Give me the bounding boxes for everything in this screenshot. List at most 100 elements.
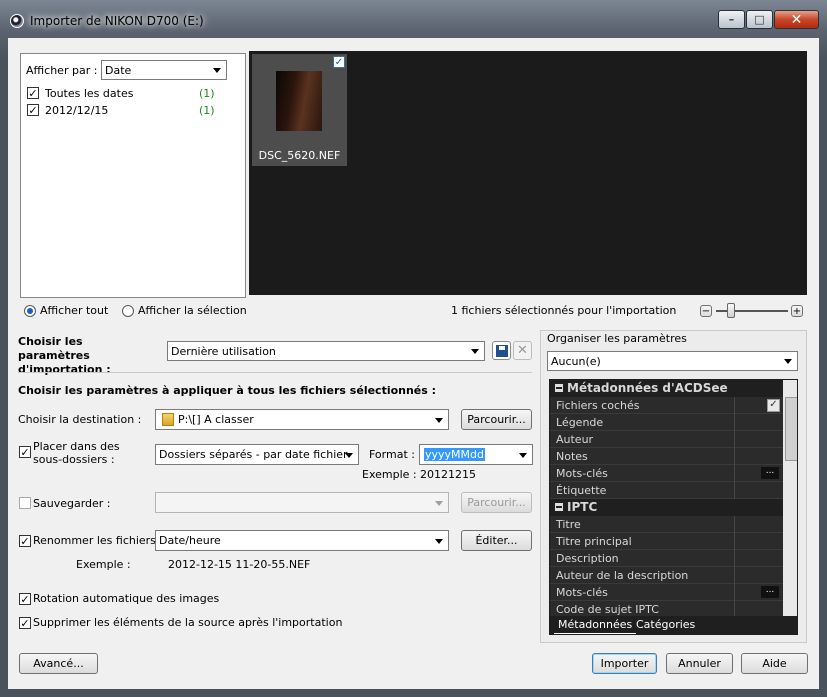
backup-checkbox[interactable]	[19, 497, 31, 509]
rename-checkbox[interactable]: ✓	[19, 535, 31, 547]
display-by-label: Afficher par :	[26, 64, 98, 77]
chevron-down-icon	[213, 68, 221, 73]
field-value[interactable]	[734, 431, 784, 448]
app-icon	[10, 14, 24, 28]
field-value[interactable]	[734, 414, 784, 431]
save-icon-label	[498, 345, 505, 350]
metadata-scrollbar[interactable]	[783, 380, 797, 616]
rename-example-value: 2012-12-15 11-20-55.NEF	[168, 558, 311, 571]
chevron-down-icon	[471, 349, 479, 354]
field-value[interactable]	[734, 533, 784, 550]
checked-icon[interactable]: ✓	[767, 399, 780, 412]
chevron-down-icon	[435, 538, 443, 544]
group-title: Métadonnées d'ACDSee	[567, 381, 728, 395]
zoom-out-button[interactable]: −	[700, 305, 712, 317]
save-icon	[495, 344, 508, 357]
metadata-row[interactable]: Auteur de la description	[550, 567, 783, 584]
date-2012-12-15-label: 2012/12/15	[45, 104, 109, 117]
field-value[interactable]	[734, 482, 784, 499]
import-settings-value: Dernière utilisation	[171, 344, 276, 358]
backup-label: Sauvegarder :	[33, 497, 111, 510]
destination-value: P:\[] A classer	[178, 413, 254, 426]
separator	[18, 372, 532, 373]
format-label: Format :	[369, 448, 415, 461]
import-settings-select[interactable]: Dernière utilisation	[167, 341, 485, 361]
all-dates-label: Toutes les dates	[45, 87, 134, 100]
delete-settings-button[interactable]: ✕	[513, 341, 532, 360]
metadata-row[interactable]: Notes	[550, 448, 783, 465]
apply-heading: Choisir les paramètres à appliquer à tou…	[18, 384, 437, 397]
delete-source-checkbox[interactable]: ✓	[19, 617, 31, 629]
folder-icon	[162, 413, 174, 426]
import-settings-label: Choisir les paramètres d'importation :	[18, 335, 111, 376]
import-button[interactable]: Importer	[592, 653, 657, 674]
metadata-row[interactable]: Titre	[550, 516, 783, 533]
show-selection-radio[interactable]	[122, 305, 134, 317]
edit-rename-button[interactable]: Éditer...	[461, 530, 532, 551]
organize-select[interactable]: Aucun(e)	[547, 351, 798, 371]
collapse-icon	[555, 503, 563, 511]
ellipsis-button[interactable]: ...	[761, 586, 779, 598]
metadata-row[interactable]: Fichiers cochés ✓	[550, 397, 783, 414]
maximize-button[interactable]: □	[746, 10, 773, 29]
metadata-row[interactable]: Mots-clés...	[550, 465, 783, 482]
show-selection-label: Afficher la sélection	[138, 304, 247, 317]
destination-select[interactable]: P:\[] A classer	[155, 409, 449, 430]
show-all-label: Afficher tout	[40, 304, 109, 317]
radio-dot	[27, 308, 33, 314]
minimize-button[interactable]: –	[718, 10, 745, 29]
metadata-row[interactable]: Titre principal	[550, 533, 783, 550]
group-header-iptc[interactable]: IPTC	[550, 499, 783, 516]
help-button[interactable]: Aide	[741, 653, 808, 674]
format-example-label: Exemple :	[362, 468, 417, 481]
selection-status: 1 fichiers sélectionnés pour l'importati…	[451, 304, 677, 317]
auto-rotate-checkbox[interactable]: ✓	[19, 593, 31, 605]
display-by-value: Date	[105, 63, 132, 77]
ellipsis-button[interactable]: ...	[761, 467, 779, 479]
close-button[interactable]: ✕	[774, 10, 819, 29]
field-value[interactable]	[734, 550, 784, 567]
date-2012-12-15-checkbox[interactable]: ✓	[27, 104, 39, 116]
scrollbar-thumb[interactable]	[785, 397, 797, 461]
subfolders-select[interactable]: Dossiers séparés - par date fichier	[155, 444, 359, 465]
format-select[interactable]: yyyyMMdd	[419, 444, 533, 465]
show-all-radio[interactable]	[24, 305, 36, 317]
cancel-button[interactable]: Annuler	[666, 653, 733, 674]
field-name: Titre principal	[556, 535, 632, 548]
chevron-down-icon	[435, 500, 443, 506]
chevron-down-icon	[435, 417, 443, 423]
field-name: Titre	[556, 518, 581, 531]
chevron-down-icon	[519, 452, 527, 458]
field-value[interactable]	[734, 567, 784, 584]
thumbnail-checkbox[interactable]: ✓	[333, 56, 345, 68]
metadata-row[interactable]: Description	[550, 550, 783, 567]
browse-backup-button[interactable]: Parcourir...	[461, 492, 532, 513]
field-value[interactable]	[734, 448, 784, 465]
metadata-row[interactable]: Mots-clés...	[550, 584, 783, 601]
zoom-in-button[interactable]: +	[791, 305, 803, 317]
field-name: Description	[556, 552, 619, 565]
subfolders-checkbox[interactable]: ✓	[19, 446, 31, 458]
save-settings-button[interactable]	[492, 341, 511, 360]
rename-select[interactable]: Date/heure	[155, 530, 449, 551]
organize-value: Aucun(e)	[551, 354, 601, 368]
field-name: Code de sujet IPTC	[556, 603, 659, 616]
field-name: Auteur	[556, 433, 594, 446]
thumbnail-image	[276, 71, 322, 131]
delete-source-label: Supprimer les éléments de la source aprè…	[33, 616, 343, 629]
display-by-select[interactable]: Date	[101, 60, 227, 80]
all-dates-checkbox[interactable]: ✓	[27, 87, 39, 99]
field-value[interactable]	[734, 516, 784, 533]
field-name: Mots-clés	[556, 586, 608, 599]
auto-rotate-label: Rotation automatique des images	[33, 592, 220, 605]
browse-destination-button[interactable]: Parcourir...	[461, 409, 532, 430]
backup-select[interactable]	[155, 492, 449, 513]
advanced-button[interactable]: Avancé...	[19, 653, 98, 674]
zoom-slider-handle[interactable]	[727, 303, 735, 318]
metadata-row[interactable]: Étiquette	[550, 482, 783, 499]
metadata-row[interactable]: Légende	[550, 414, 783, 431]
group-header-acdsee[interactable]: Métadonnées d'ACDSee	[550, 380, 783, 397]
metadata-row[interactable]: Auteur	[550, 431, 783, 448]
tab-metadata[interactable]: Métadonnées	[554, 616, 637, 634]
tab-categories[interactable]: Catégories	[632, 616, 699, 633]
